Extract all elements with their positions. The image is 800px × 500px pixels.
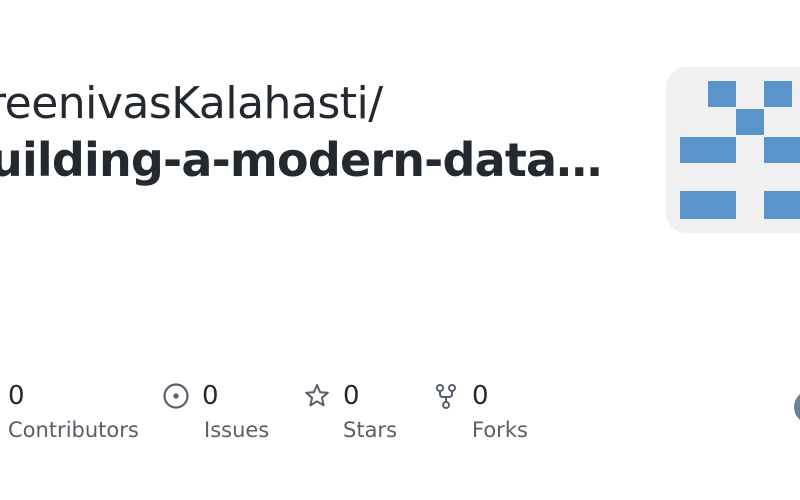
issue-opened-icon — [162, 382, 190, 410]
issues-count: 0 — [202, 381, 219, 411]
repo-social-card: reenivasKalahasti/ uilding-a-modern-data… — [0, 0, 800, 500]
contributors-count: 0 — [8, 381, 25, 411]
stat-issues[interactable]: 0 Issues — [162, 374, 269, 442]
repo-forked-icon — [432, 382, 460, 410]
repo-owner[interactable]: reenivasKalahasti/ — [0, 78, 383, 129]
repo-name[interactable]: uilding-a-modern-data… — [0, 133, 602, 187]
forks-count: 0 — [472, 381, 489, 411]
identicon-block — [680, 137, 736, 163]
owner-avatar — [666, 67, 800, 233]
identicon-block — [680, 191, 736, 219]
stat-contributors[interactable]: 0 Contributors — [8, 374, 139, 442]
stat-stars[interactable]: 0 Stars — [303, 374, 397, 442]
identicon-block — [764, 81, 792, 107]
contributors-label: Contributors — [8, 418, 139, 442]
repo-stats: 0 Contributors 0 Issues 0 Stars 0 Forks — [0, 374, 800, 454]
issues-label: Issues — [204, 418, 270, 442]
forks-label: Forks — [472, 418, 528, 442]
identicon-block — [736, 109, 764, 135]
star-icon — [303, 382, 331, 410]
identicon-block — [764, 191, 800, 219]
stat-forks[interactable]: 0 Forks — [432, 374, 528, 442]
stars-label: Stars — [343, 418, 398, 442]
stars-count: 0 — [343, 381, 360, 411]
identicon-block — [764, 137, 800, 163]
identicon-block — [708, 81, 736, 107]
